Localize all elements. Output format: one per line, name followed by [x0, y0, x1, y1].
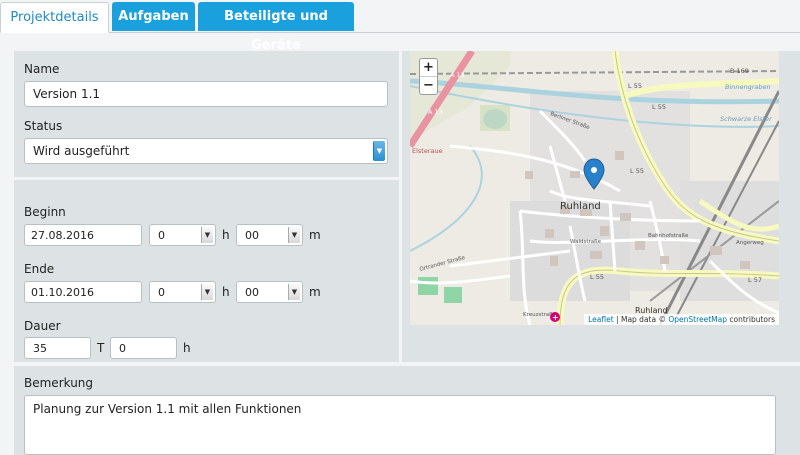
zoom-in-button[interactable]: + — [420, 59, 437, 77]
end-hours-value: 0 — [158, 285, 165, 299]
end-minutes-unit: m — [309, 285, 321, 299]
begin-hours-unit: h — [222, 228, 230, 242]
map-canvas[interactable]: A 13 A 13 B 169 L 55 L 55 L 55 L 55 L 57… — [410, 51, 779, 325]
chevron-down-icon[interactable]: ▼ — [201, 227, 213, 243]
tab-projektdetails[interactable]: Projektdetails — [0, 2, 109, 33]
dates-panel — [14, 180, 399, 362]
tab-aufgaben[interactable]: Aufgaben — [112, 2, 195, 31]
zoom-out-button[interactable]: − — [420, 77, 437, 94]
map-label-l57: L 57 — [748, 276, 762, 284]
tab-bar: Projektdetails Aufgaben Beteiligte und G… — [0, 0, 800, 53]
chevron-down-icon[interactable]: ▼ — [201, 284, 213, 300]
end-minutes-select[interactable]: 00 ▼ — [236, 281, 303, 303]
chevron-down-icon[interactable]: ▼ — [373, 141, 385, 161]
map-label-binnengraben: Binnengraben — [725, 83, 771, 91]
end-hours-unit: h — [222, 285, 230, 299]
end-minutes-value: 00 — [245, 285, 259, 299]
map-label-a13-top: A 13 — [450, 71, 465, 79]
map-view[interactable]: A 13 A 13 B 169 L 55 L 55 L 55 L 55 L 57… — [410, 51, 779, 325]
map-label-l55-top: L 55 — [628, 82, 642, 90]
status-value: Wird ausgeführt — [33, 144, 130, 158]
begin-minutes-unit: m — [309, 228, 321, 242]
begin-date-input[interactable]: 27.08.2016 — [24, 224, 142, 246]
hospital-icon: + — [552, 313, 559, 322]
openstreetmap-link[interactable]: OpenStreetMap — [668, 315, 727, 324]
remark-textarea[interactable]: Planung zur Version 1.1 mit allen Funkti… — [24, 395, 776, 455]
duration-hours-input[interactable]: 0 — [110, 337, 177, 359]
map-label-bahnhofstrasse: Bahnhofstraße — [648, 233, 689, 239]
sports-field — [444, 287, 462, 303]
end-label: Ende — [24, 262, 55, 276]
begin-hours-select[interactable]: 0 ▼ — [149, 224, 216, 246]
duration-label: Dauer — [24, 319, 61, 333]
chevron-down-icon[interactable]: ▼ — [288, 284, 300, 300]
end-hours-select[interactable]: 0 ▼ — [149, 281, 216, 303]
map-label-l55-mid: L 55 — [652, 103, 666, 111]
status-label: Status — [24, 119, 63, 133]
duration-days-input[interactable]: 35 — [24, 337, 91, 359]
leaflet-link[interactable]: Leaflet — [588, 315, 614, 324]
status-select[interactable]: Wird ausgeführt ▼ — [24, 138, 388, 164]
remark-label: Bemerkung — [24, 376, 94, 390]
sports-field — [418, 277, 438, 295]
map-label-a13-bottom: A 13 — [428, 108, 443, 116]
name-input[interactable]: Version 1.1 — [24, 81, 388, 107]
begin-minutes-select[interactable]: 00 ▼ — [236, 224, 303, 246]
map-label-l55-bottom: L 55 — [590, 273, 604, 281]
name-label: Name — [24, 62, 60, 76]
map-label-town-center: Ruhland — [560, 201, 601, 212]
duration-days-unit: T — [97, 341, 105, 355]
map-label-schwarze-elster: Schwarze Elster — [720, 115, 773, 123]
map-attribution: Leaflet | Map data © OpenStreetMap contr… — [584, 314, 779, 325]
end-date-input[interactable]: 01.10.2016 — [24, 281, 142, 303]
map-label-waldstrasse: Waldstraße — [570, 239, 602, 245]
duration-hours-unit: h — [183, 341, 191, 355]
meadow — [480, 105, 510, 131]
begin-minutes-value: 00 — [245, 228, 259, 242]
attribution-text: | Map data © — [613, 315, 669, 324]
chevron-down-icon[interactable]: ▼ — [288, 227, 300, 243]
attribution-tail: contributors — [727, 315, 775, 324]
zoom-control: + − — [419, 58, 438, 95]
map-label-elsteraue: Elsteraue — [412, 147, 443, 155]
map-label-angerweg: Angerweg — [736, 240, 764, 246]
map-label-b169: B 169 — [730, 67, 749, 75]
begin-label: Beginn — [24, 205, 66, 219]
map-label-l55-right: L 55 — [630, 167, 644, 175]
begin-hours-value: 0 — [158, 228, 165, 242]
tab-beteiligte-und-geraete[interactable]: Beteiligte und Geräte — [198, 2, 354, 53]
